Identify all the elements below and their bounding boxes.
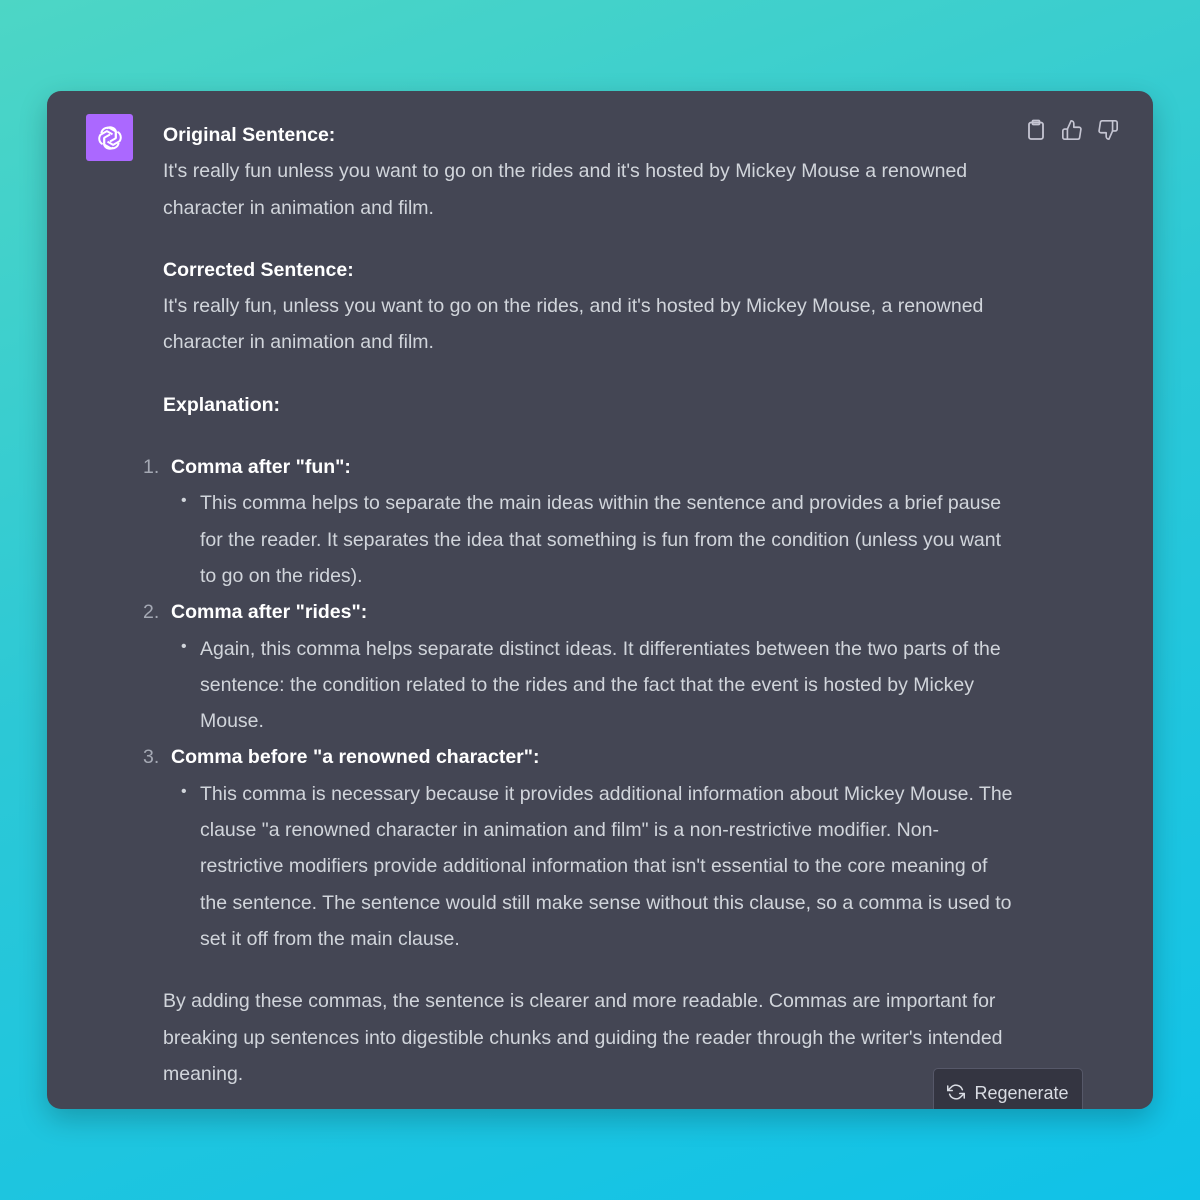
clipboard-icon xyxy=(1028,119,1044,140)
assistant-message-card: Original Sentence: It's really fun unles… xyxy=(47,91,1153,1109)
item-number: 2. xyxy=(143,601,160,624)
bullet-icon: • xyxy=(181,492,187,510)
item-number: 1. xyxy=(143,456,160,479)
message-actions xyxy=(1025,119,1119,141)
corrected-sentence: It's really fun, unless you want to go o… xyxy=(163,295,984,354)
explanation-item: 1. Comma after "fun": • This comma helps… xyxy=(143,449,1013,594)
explanation-list: 1. Comma after "fun": • This comma helps… xyxy=(143,449,1013,957)
item-number: 3. xyxy=(143,746,160,769)
item-detail: • Again, this comma helps separate disti… xyxy=(181,631,1013,740)
item-detail: • This comma helps to separate the main … xyxy=(181,485,1013,594)
thumbs-up-button[interactable] xyxy=(1061,119,1083,141)
openai-logo-icon xyxy=(86,114,133,161)
thumbs-up-icon xyxy=(1062,120,1082,140)
thumbs-down-icon xyxy=(1098,120,1118,140)
explanation-heading: Explanation: xyxy=(163,393,281,416)
regenerate-label: Regenerate xyxy=(974,1083,1069,1103)
item-title: Comma before "a renowned character": xyxy=(171,746,540,769)
item-title: Comma after "rides": xyxy=(171,601,368,624)
thumbs-down-button[interactable] xyxy=(1097,119,1119,141)
original-sentence: It's really fun unless you want to go on… xyxy=(163,160,968,219)
item-detail: • This comma is necessary because it pro… xyxy=(181,776,1013,957)
explanation-item: 3. Comma before "a renowned character": … xyxy=(143,739,1013,957)
original-heading: Original Sentence: xyxy=(163,124,336,146)
message-content: Original Sentence: It's really fun unles… xyxy=(143,117,1013,1092)
copy-button[interactable] xyxy=(1025,119,1047,141)
item-title: Comma after "fun": xyxy=(171,456,351,479)
corrected-heading: Corrected Sentence: xyxy=(163,258,354,281)
regenerate-button[interactable]: Regenerate xyxy=(933,1068,1083,1109)
conclusion-paragraph: By adding these commas, the sentence is … xyxy=(163,990,1003,1085)
refresh-icon xyxy=(947,1084,966,1100)
bullet-icon: • xyxy=(181,782,187,800)
explanation-item: 2. Comma after "rides": • Again, this co… xyxy=(143,594,1013,740)
bullet-icon: • xyxy=(181,637,187,655)
